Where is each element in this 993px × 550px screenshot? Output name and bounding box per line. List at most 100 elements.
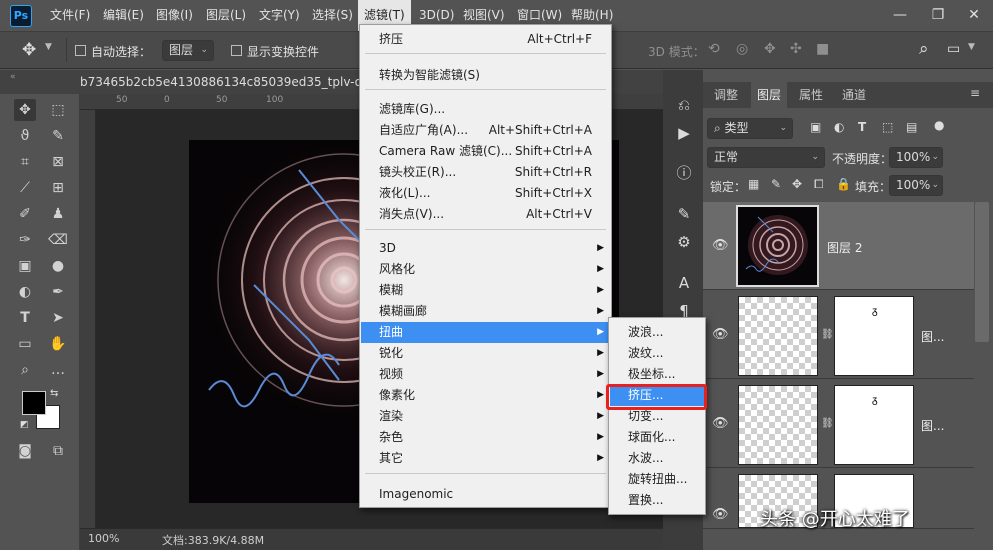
distort-submenu-item[interactable]: 球面化... — [610, 427, 704, 448]
smart-object-filter-icon[interactable]: ▤ — [906, 120, 917, 134]
pen-tool-icon[interactable]: ✒ — [47, 281, 69, 303]
filter-menu-item[interactable]: 风格化 ▶ — [361, 259, 610, 280]
distort-submenu-item[interactable]: 旋转扭曲... — [610, 469, 704, 490]
more-tools-icon[interactable]: … — [47, 359, 69, 381]
filter-menu-item[interactable]: 像素化 ▶ — [361, 385, 610, 406]
restore-button[interactable]: ❐ — [921, 0, 955, 31]
actions-panel-icon[interactable]: ▶ — [671, 120, 697, 146]
filter-menu-item[interactable]: 滤镜库(G)... — [361, 99, 610, 120]
brush-panel-icon[interactable]: ✎ — [671, 201, 697, 227]
filter-menu-item[interactable]: 自适应广角(A)... Alt+Shift+Ctrl+A — [361, 120, 610, 141]
blur-tool-icon[interactable]: ● — [47, 255, 69, 277]
visibility-eye-icon[interactable]: 👁 — [712, 507, 729, 522]
zoom-level[interactable]: 100% — [88, 532, 119, 545]
swap-colors-icon[interactable]: ⇆ — [50, 388, 58, 399]
filter-menu-item[interactable]: 其它 ▶ — [361, 448, 610, 469]
history-panel-icon[interactable]: ⎌ — [671, 92, 697, 118]
layer-name[interactable]: 图... — [921, 417, 944, 434]
dodge-tool-icon[interactable]: ◐ — [14, 281, 36, 303]
brush-tool-icon[interactable]: ✐ — [14, 203, 36, 225]
menu-image[interactable]: 图像(I) — [150, 0, 199, 31]
menu-file[interactable]: 文件(F) — [44, 0, 96, 31]
info-panel-icon[interactable]: ⓘ — [671, 160, 697, 186]
filter-menu-item[interactable]: 镜头校正(R)... Shift+Ctrl+R — [361, 162, 610, 183]
auto-select-checkbox[interactable] — [75, 45, 86, 56]
gradient-tool-icon[interactable]: ▣ — [14, 255, 36, 277]
chevron-down-icon[interactable]: ▼ — [45, 42, 52, 52]
layers-scrollbar[interactable] — [975, 202, 989, 342]
filter-menu-item[interactable]: Imagenomic — [361, 484, 610, 505]
default-colors-icon[interactable]: ◩ — [20, 420, 29, 430]
blend-mode-dropdown[interactable]: 正常 ⌄ — [707, 147, 825, 168]
move-tool-icon[interactable]: ✥ — [22, 40, 36, 60]
frame-tool-icon[interactable]: ⊠ — [47, 151, 69, 173]
filter-menu-item[interactable]: 视频 ▶ — [361, 364, 610, 385]
filter-menu-item[interactable]: 液化(L)... Shift+Ctrl+X — [361, 183, 610, 204]
close-button[interactable]: ✕ — [957, 0, 991, 31]
filter-menu-item[interactable]: 3D ▶ — [361, 238, 610, 259]
search-icon[interactable]: ⌕ — [919, 39, 929, 59]
layer-mask-thumbnail[interactable]: ᵹ — [834, 296, 914, 376]
filter-menu-item[interactable]: 模糊画廊 ▶ — [361, 301, 610, 322]
lock-artboard-icon[interactable]: ⧠ — [814, 177, 824, 192]
lock-all-icon[interactable]: 🔒 — [836, 177, 851, 191]
pixel-filter-icon[interactable]: ▣ — [810, 120, 821, 134]
show-transform-checkbox[interactable] — [231, 45, 242, 56]
opacity-input[interactable]: 100% ⌄ — [889, 147, 943, 168]
visibility-eye-icon[interactable]: 👁 — [712, 416, 729, 431]
path-select-tool-icon[interactable]: ➤ — [47, 307, 69, 329]
type-filter-icon[interactable]: T — [858, 120, 866, 134]
3d-roll-icon[interactable]: ◎ — [736, 41, 748, 57]
lock-transparent-icon[interactable]: ▦ — [748, 177, 759, 191]
menu-layer[interactable]: 图层(L) — [200, 0, 252, 31]
type-tool-icon[interactable]: T — [14, 307, 36, 329]
move-tool-icon[interactable]: ✥ — [14, 99, 36, 121]
filter-menu-item[interactable]: 渲染 ▶ — [361, 406, 610, 427]
adjust-panel-icon[interactable]: ⚙ — [671, 229, 697, 255]
filter-menu-item[interactable]: 消失点(V)... Alt+Ctrl+V — [361, 204, 610, 225]
chevron-down-icon[interactable]: ▼ — [968, 42, 975, 52]
healing-tool-icon[interactable]: ⊞ — [47, 177, 69, 199]
filter-menu-item[interactable]: 扭曲 ▶ — [361, 322, 610, 343]
filter-toggle-icon[interactable]: ● — [934, 118, 944, 132]
quick-mask-icon[interactable]: ◙ — [14, 440, 36, 462]
lasso-tool-icon[interactable]: ϑ — [14, 125, 36, 147]
menu-select[interactable]: 选择(S) — [306, 0, 359, 31]
distort-submenu-item[interactable]: 极坐标... — [610, 364, 704, 385]
character-panel-icon[interactable]: A — [671, 270, 697, 296]
distort-submenu-item[interactable]: 置换... — [610, 490, 704, 511]
document-tab[interactable]: b73465b2cb5e4130886134c85039ed35_tplv-ob… — [80, 70, 377, 94]
quick-select-tool-icon[interactable]: ✎ — [47, 125, 69, 147]
filter-menu-item[interactable]: 模糊 ▶ — [361, 280, 610, 301]
layer-row[interactable]: 👁 ⛓ ᵹ 图... — [703, 380, 974, 468]
marquee-tool-icon[interactable]: ⬚ — [47, 99, 69, 121]
tab-layers[interactable]: 图层 — [751, 82, 788, 108]
zoom-tool-icon[interactable]: ⌕ — [14, 359, 36, 381]
link-icon[interactable]: ⛓ — [821, 418, 834, 429]
history-brush-tool-icon[interactable]: ✑ — [14, 229, 36, 251]
panel-menu-icon[interactable]: ≡ — [970, 86, 980, 100]
distort-submenu-item[interactable]: 波纹... — [610, 343, 704, 364]
3d-pan-icon[interactable]: ✥ — [764, 41, 776, 57]
distort-submenu-item[interactable]: 水波... — [610, 448, 704, 469]
3d-camera-icon[interactable]: ■ — [816, 41, 829, 57]
visibility-eye-icon[interactable]: 👁 — [712, 238, 729, 253]
crop-tool-icon[interactable]: ⌗ — [14, 151, 36, 173]
filter-menu-item[interactable]: Camera Raw 滤镜(C)... Shift+Ctrl+A — [361, 141, 610, 162]
collapse-icon[interactable]: « — [10, 72, 16, 82]
filter-menu-item[interactable]: 锐化 ▶ — [361, 343, 610, 364]
fill-input[interactable]: 100% ⌄ — [889, 175, 943, 196]
layer-row[interactable]: 👁 图层 2 — [703, 202, 974, 290]
layer-row[interactable]: 👁 ⛓ ᵹ 图... — [703, 291, 974, 379]
eyedropper-tool-icon[interactable]: ⟋ — [14, 177, 36, 199]
lock-position-icon[interactable]: ✥ — [792, 177, 802, 191]
menu-edit[interactable]: 编辑(E) — [97, 0, 150, 31]
visibility-eye-icon[interactable]: 👁 — [712, 327, 729, 342]
filter-menu-item[interactable]: 杂色 ▶ — [361, 427, 610, 448]
3d-orbit-icon[interactable]: ⟲ — [708, 41, 720, 57]
layer-kind-filter[interactable]: ⌕ 类型 ⌄ — [707, 118, 793, 139]
shape-filter-icon[interactable]: ⬚ — [882, 120, 893, 134]
tab-adjustments[interactable]: 调整 — [708, 82, 744, 108]
tab-channels[interactable]: 通道 — [836, 82, 872, 108]
filter-menu-item[interactable]: 挤压 Alt+Ctrl+F — [361, 29, 610, 50]
